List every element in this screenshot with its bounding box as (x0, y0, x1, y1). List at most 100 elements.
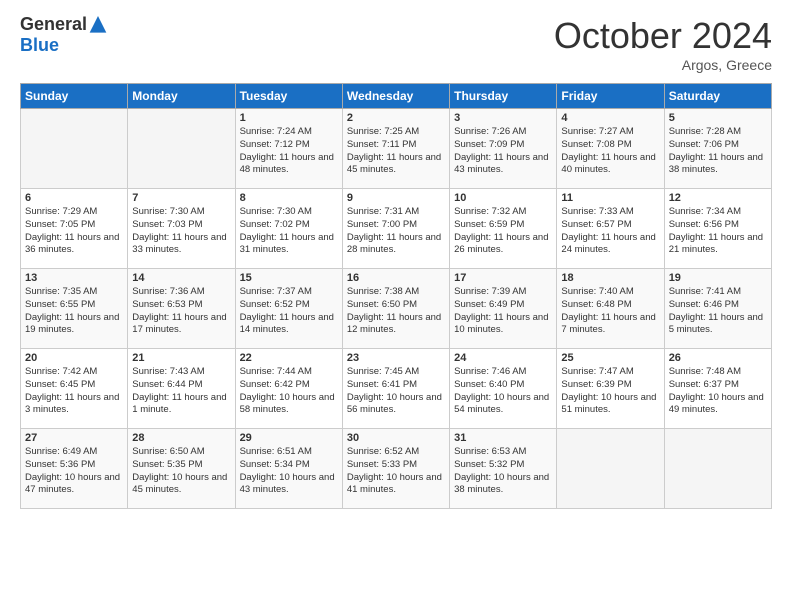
month-title: October 2024 (554, 15, 772, 57)
day-number: 7 (132, 192, 230, 204)
day-number: 31 (454, 432, 552, 444)
calendar-cell: 2Sunrise: 7:25 AM Sunset: 7:11 PM Daylig… (342, 109, 449, 189)
day-number: 24 (454, 352, 552, 364)
calendar-cell: 28 Sunrise: 6:50 AM Sunset: 5:35 PM Dayli… (128, 429, 235, 509)
calendar-cell: 14 Sunrise: 7:36 AM Sunset: 6:53 PM Dayli… (128, 269, 235, 349)
day-number: 30 (347, 432, 445, 444)
day-number: 27 (25, 432, 123, 444)
calendar-cell: 9 Sunrise: 7:31 AM Sunset: 7:00 PM Daylig… (342, 189, 449, 269)
day-number: 2 (347, 112, 445, 124)
day-info: Sunrise: 7:24 AM Sunset: 7:12 PM Dayligh… (240, 126, 338, 177)
calendar-cell: 18 Sunrise: 7:40 AM Sunset: 6:48 PM Dayli… (557, 269, 664, 349)
calendar-week-row: 13Sunrise: 7:35 AM Sunset: 6:55 PM Dayli… (21, 269, 772, 349)
title-block: October 2024 Argos, Greece (554, 15, 772, 73)
day-info: Sunrise: 7:46 AM Sunset: 6:40 PM Dayligh… (454, 366, 552, 417)
calendar-cell: 20Sunrise: 7:42 AM Sunset: 6:45 PM Dayli… (21, 349, 128, 429)
calendar-cell (557, 429, 664, 509)
col-header-thursday: Thursday (450, 84, 557, 109)
calendar-week-row: 1 Sunrise: 7:24 AM Sunset: 7:12 PM Daylig… (21, 109, 772, 189)
day-number: 22 (240, 352, 338, 364)
calendar-cell: 26Sunrise: 7:48 AM Sunset: 6:37 PM Dayli… (664, 349, 771, 429)
day-info: Sunrise: 7:45 AM Sunset: 6:41 PM Dayligh… (347, 366, 445, 417)
day-number: 1 (240, 112, 338, 124)
col-header-wednesday: Wednesday (342, 84, 449, 109)
day-info: Sunrise: 7:26 AM Sunset: 7:09 PM Dayligh… (454, 126, 552, 177)
day-number: 11 (561, 192, 659, 204)
day-number: 14 (132, 272, 230, 284)
calendar-cell (128, 109, 235, 189)
calendar-cell: 25Sunrise: 7:47 AM Sunset: 6:39 PM Dayli… (557, 349, 664, 429)
day-number: 3 (454, 112, 552, 124)
day-info: Sunrise: 7:34 AM Sunset: 6:56 PM Dayligh… (669, 206, 767, 257)
day-info: Sunrise: 7:42 AM Sunset: 6:45 PM Dayligh… (25, 366, 123, 417)
calendar-cell: 8 Sunrise: 7:30 AM Sunset: 7:02 PM Daylig… (235, 189, 342, 269)
calendar-cell: 4 Sunrise: 7:27 AM Sunset: 7:08 PM Daylig… (557, 109, 664, 189)
calendar-cell: 12 Sunrise: 7:34 AM Sunset: 6:56 PM Dayli… (664, 189, 771, 269)
day-number: 15 (240, 272, 338, 284)
col-header-saturday: Saturday (664, 84, 771, 109)
day-number: 12 (669, 192, 767, 204)
calendar-cell: 22 Sunrise: 7:44 AM Sunset: 6:42 PM Dayli… (235, 349, 342, 429)
col-header-tuesday: Tuesday (235, 84, 342, 109)
calendar-table: SundayMondayTuesdayWednesdayThursdayFrid… (20, 83, 772, 509)
day-info: Sunrise: 7:32 AM Sunset: 6:59 PM Dayligh… (454, 206, 552, 257)
calendar-cell: 23 Sunrise: 7:45 AM Sunset: 6:41 PM Dayli… (342, 349, 449, 429)
day-info: Sunrise: 6:52 AM Sunset: 5:33 PM Dayligh… (347, 446, 445, 497)
calendar-cell: 13Sunrise: 7:35 AM Sunset: 6:55 PM Dayli… (21, 269, 128, 349)
logo-general: General (20, 15, 107, 36)
calendar-cell: 11 Sunrise: 7:33 AM Sunset: 6:57 PM Dayli… (557, 189, 664, 269)
logo-triangle-icon (89, 16, 107, 36)
day-number: 25 (561, 352, 659, 364)
calendar-cell: 10 Sunrise: 7:32 AM Sunset: 6:59 PM Dayli… (450, 189, 557, 269)
day-number: 8 (240, 192, 338, 204)
day-info: Sunrise: 6:51 AM Sunset: 5:34 PM Dayligh… (240, 446, 338, 497)
location: Argos, Greece (554, 57, 772, 73)
calendar-cell: 19Sunrise: 7:41 AM Sunset: 6:46 PM Dayli… (664, 269, 771, 349)
day-info: Sunrise: 7:33 AM Sunset: 6:57 PM Dayligh… (561, 206, 659, 257)
calendar-cell (21, 109, 128, 189)
day-info: Sunrise: 7:28 AM Sunset: 7:06 PM Dayligh… (669, 126, 767, 177)
calendar-cell: 7 Sunrise: 7:30 AM Sunset: 7:03 PM Daylig… (128, 189, 235, 269)
day-number: 6 (25, 192, 123, 204)
page: General Blue October 2024 Argos, Greece … (0, 0, 792, 612)
day-number: 4 (561, 112, 659, 124)
calendar-cell: 6 Sunrise: 7:29 AM Sunset: 7:05 PM Daylig… (21, 189, 128, 269)
day-number: 13 (25, 272, 123, 284)
day-number: 10 (454, 192, 552, 204)
logo-text: General Blue (20, 15, 107, 56)
calendar-cell: 24 Sunrise: 7:46 AM Sunset: 6:40 PM Dayli… (450, 349, 557, 429)
day-number: 28 (132, 432, 230, 444)
calendar-cell: 31 Sunrise: 6:53 AM Sunset: 5:32 PM Dayli… (450, 429, 557, 509)
day-info: Sunrise: 7:30 AM Sunset: 7:03 PM Dayligh… (132, 206, 230, 257)
day-info: Sunrise: 6:53 AM Sunset: 5:32 PM Dayligh… (454, 446, 552, 497)
day-info: Sunrise: 7:30 AM Sunset: 7:02 PM Dayligh… (240, 206, 338, 257)
calendar-week-row: 27 Sunrise: 6:49 AM Sunset: 5:36 PM Dayli… (21, 429, 772, 509)
day-number: 9 (347, 192, 445, 204)
logo-general-label: General (20, 14, 87, 34)
day-info: Sunrise: 6:49 AM Sunset: 5:36 PM Dayligh… (25, 446, 123, 497)
day-info: Sunrise: 7:37 AM Sunset: 6:52 PM Dayligh… (240, 286, 338, 337)
day-number: 23 (347, 352, 445, 364)
day-number: 21 (132, 352, 230, 364)
calendar-cell: 3 Sunrise: 7:26 AM Sunset: 7:09 PM Daylig… (450, 109, 557, 189)
day-info: Sunrise: 7:44 AM Sunset: 6:42 PM Dayligh… (240, 366, 338, 417)
day-info: Sunrise: 7:39 AM Sunset: 6:49 PM Dayligh… (454, 286, 552, 337)
day-number: 29 (240, 432, 338, 444)
day-info: Sunrise: 7:40 AM Sunset: 6:48 PM Dayligh… (561, 286, 659, 337)
calendar-cell: 16Sunrise: 7:38 AM Sunset: 6:50 PM Dayli… (342, 269, 449, 349)
day-info: Sunrise: 7:31 AM Sunset: 7:00 PM Dayligh… (347, 206, 445, 257)
day-number: 5 (669, 112, 767, 124)
calendar-cell: 30 Sunrise: 6:52 AM Sunset: 5:33 PM Dayli… (342, 429, 449, 509)
calendar-week-row: 6 Sunrise: 7:29 AM Sunset: 7:05 PM Daylig… (21, 189, 772, 269)
calendar-cell (664, 429, 771, 509)
day-info: Sunrise: 7:29 AM Sunset: 7:05 PM Dayligh… (25, 206, 123, 257)
day-info: Sunrise: 7:38 AM Sunset: 6:50 PM Dayligh… (347, 286, 445, 337)
logo-blue-label: Blue (20, 36, 107, 56)
day-info: Sunrise: 7:27 AM Sunset: 7:08 PM Dayligh… (561, 126, 659, 177)
calendar-cell: 15 Sunrise: 7:37 AM Sunset: 6:52 PM Dayli… (235, 269, 342, 349)
day-info: Sunrise: 7:36 AM Sunset: 6:53 PM Dayligh… (132, 286, 230, 337)
calendar-header-row: SundayMondayTuesdayWednesdayThursdayFrid… (21, 84, 772, 109)
day-number: 18 (561, 272, 659, 284)
day-info: Sunrise: 6:50 AM Sunset: 5:35 PM Dayligh… (132, 446, 230, 497)
calendar-cell: 5 Sunrise: 7:28 AM Sunset: 7:06 PM Daylig… (664, 109, 771, 189)
